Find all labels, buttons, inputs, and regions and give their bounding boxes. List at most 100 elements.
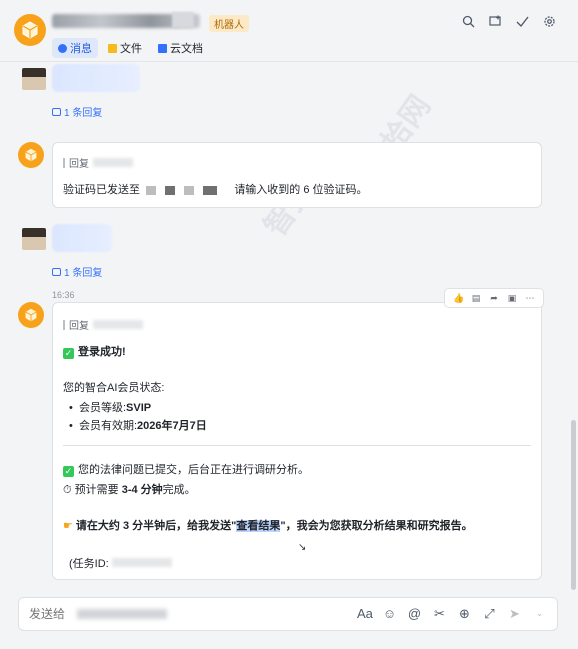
bot-message-card: 回复 验证码已发送至 请输入收到的 6 位验证码。 <box>52 142 542 208</box>
bot-avatar[interactable] <box>18 142 44 168</box>
send-icon[interactable]: ➤ <box>507 606 522 621</box>
reply-icon <box>52 107 61 116</box>
composer-toolbar: Aa ☺ @ ✂ ⊕ ⤢ ➤ ⌄ <box>357 606 547 621</box>
instruction-a: 请在大约 3 分半钟后，给我发送" <box>75 520 237 532</box>
eta-value: 3-4 分钟 <box>121 484 163 496</box>
plus-icon[interactable]: ⊕ <box>457 606 472 621</box>
task-id-redacted <box>111 558 172 567</box>
search-icon[interactable] <box>462 15 475 28</box>
cube-icon <box>25 308 37 322</box>
quote-label: 回复 <box>69 321 89 332</box>
eta-line: ⏱ 预计需要 3-4 分钟完成。 <box>63 481 196 497</box>
message-composer: Aa ☺ @ ✂ ⊕ ⤢ ➤ ⌄ <box>18 597 558 631</box>
bot-message-card: 回复 ✓ 登录成功! 您的智合AI会员状态: • 会员等级:SVIP • 会员有效… <box>52 302 542 580</box>
user-message-redacted <box>52 64 140 92</box>
settings-icon[interactable] <box>543 15 556 28</box>
font-icon[interactable]: Aa <box>357 606 373 621</box>
bullet: • <box>69 420 79 432</box>
task-id: (任务ID: <box>69 555 172 571</box>
header-actions <box>462 15 556 28</box>
thread-reply-link[interactable]: 1 条回复 <box>52 104 102 119</box>
user-avatar[interactable] <box>22 68 46 90</box>
redacted-phone <box>146 185 157 195</box>
scrollbar[interactable] <box>571 420 576 590</box>
more-icon[interactable]: ⋯ <box>525 293 535 303</box>
member-level: • 会员等级:SVIP <box>69 399 151 415</box>
level-label: 会员等级: <box>78 402 127 414</box>
save-icon[interactable]: ▣ <box>507 293 517 303</box>
submitted-status: ✓ 您的法律问题已提交，后台正在进行调研分析。 <box>63 461 309 477</box>
scissors-icon[interactable]: ✂ <box>432 606 447 621</box>
instruction-keyword: 查看结果 <box>236 520 281 532</box>
login-success-text: 登录成功! <box>78 346 126 358</box>
chat-title-redacted-2 <box>172 12 194 28</box>
quote-redacted <box>93 320 143 329</box>
recipient-redacted <box>77 609 167 619</box>
bot-avatar[interactable] <box>14 14 46 46</box>
forward-icon[interactable]: ➦ <box>489 293 499 303</box>
check-icon: ✓ <box>63 348 74 359</box>
login-success: ✓ 登录成功! <box>63 343 126 359</box>
tab-label: 云文档 <box>170 43 203 55</box>
reply-count: 1 条回复 <box>64 108 103 119</box>
thread-reply-link[interactable]: 1 条回复 <box>52 264 102 279</box>
verification-suffix: 请输入收到的 6 位验证码。 <box>234 184 368 196</box>
tab-messages[interactable]: 消息 <box>52 38 98 58</box>
bot-avatar[interactable] <box>18 302 44 328</box>
redacted-phone <box>184 185 195 195</box>
cube-icon <box>25 148 37 162</box>
check-icon: ✓ <box>63 466 74 477</box>
user-avatar[interactable] <box>22 228 46 250</box>
folder-icon <box>108 43 117 53</box>
eta-prefix: 预计需要 <box>74 484 122 496</box>
comment-icon[interactable]: ▤ <box>471 293 481 303</box>
quote-bar <box>63 319 65 330</box>
chat-icon <box>58 43 67 53</box>
tab-files[interactable]: 文件 <box>102 38 148 58</box>
bullet: • <box>69 402 79 414</box>
verification-text: 验证码已发送至 请输入收到的 6 位验证码。 <box>63 181 368 197</box>
expiry-label: 会员有效期: <box>78 420 138 432</box>
level-value: SVIP <box>126 402 152 414</box>
tab-label: 文件 <box>120 43 142 55</box>
tab-docs[interactable]: 云文档 <box>152 38 209 58</box>
chat-header: 机器人 消息 文件 云文档 <box>0 0 578 62</box>
tab-label: 消息 <box>70 43 92 55</box>
quote-bar <box>63 157 65 168</box>
mention-icon[interactable]: @ <box>407 606 422 621</box>
expiry-value: 2026年7月7日 <box>137 420 207 432</box>
message-feed[interactable]: 智拾网 智拾网 智拾网 1 条回复 回复 验证码已发送至 请输入收到的 6 位验… <box>0 62 568 592</box>
submitted-text: 您的法律问题已提交，后台正在进行调研分析。 <box>78 464 309 476</box>
chat-tabs: 消息 文件 云文档 <box>52 38 209 58</box>
status-title: 您的智合AI会员状态: <box>63 382 165 394</box>
cube-icon <box>22 21 38 39</box>
quote-reference[interactable]: 回复 <box>63 317 143 332</box>
user-message-redacted <box>52 224 112 252</box>
point-right-icon: ☛ <box>63 520 76 532</box>
bot-tag: 机器人 <box>209 15 249 32</box>
redacted-phone <box>203 185 218 195</box>
divider <box>63 445 531 446</box>
expand-icon[interactable]: ⤢ <box>482 606 497 621</box>
thumbs-up-icon[interactable]: 👍 <box>453 293 464 303</box>
quote-label: 回复 <box>69 159 89 170</box>
timer-icon: ⏱ <box>63 484 75 496</box>
task-label: (任务ID: <box>69 558 109 570</box>
add-chat-icon[interactable] <box>489 15 502 28</box>
doc-icon <box>158 43 167 53</box>
message-actions: 👍 ▤ ➦ ▣ ⋯ <box>444 288 544 308</box>
redacted-phone <box>165 185 176 195</box>
done-icon[interactable] <box>516 15 529 28</box>
reply-count: 1 条回复 <box>64 268 103 279</box>
chevron-down-icon[interactable]: ⌄ <box>532 606 547 621</box>
emoji-icon[interactable]: ☺ <box>382 606 397 621</box>
member-expiry: • 会员有效期:2026年7月7日 <box>69 417 207 433</box>
quote-reference[interactable]: 回复 <box>63 155 133 170</box>
mouse-cursor-icon: ↘ <box>298 542 307 553</box>
instruction-b: "，我会为您获取分析结果和研究报告。 <box>280 520 473 532</box>
message-time: 16:36 <box>52 290 75 300</box>
verification-prefix: 验证码已发送至 <box>63 184 140 196</box>
instruction-line: ☛ 请在大约 3 分半钟后，给我发送"查看结果"，我会为您获取分析结果和研究报告… <box>63 517 473 533</box>
quote-redacted <box>93 158 133 167</box>
eta-suffix: 完成。 <box>162 484 196 496</box>
